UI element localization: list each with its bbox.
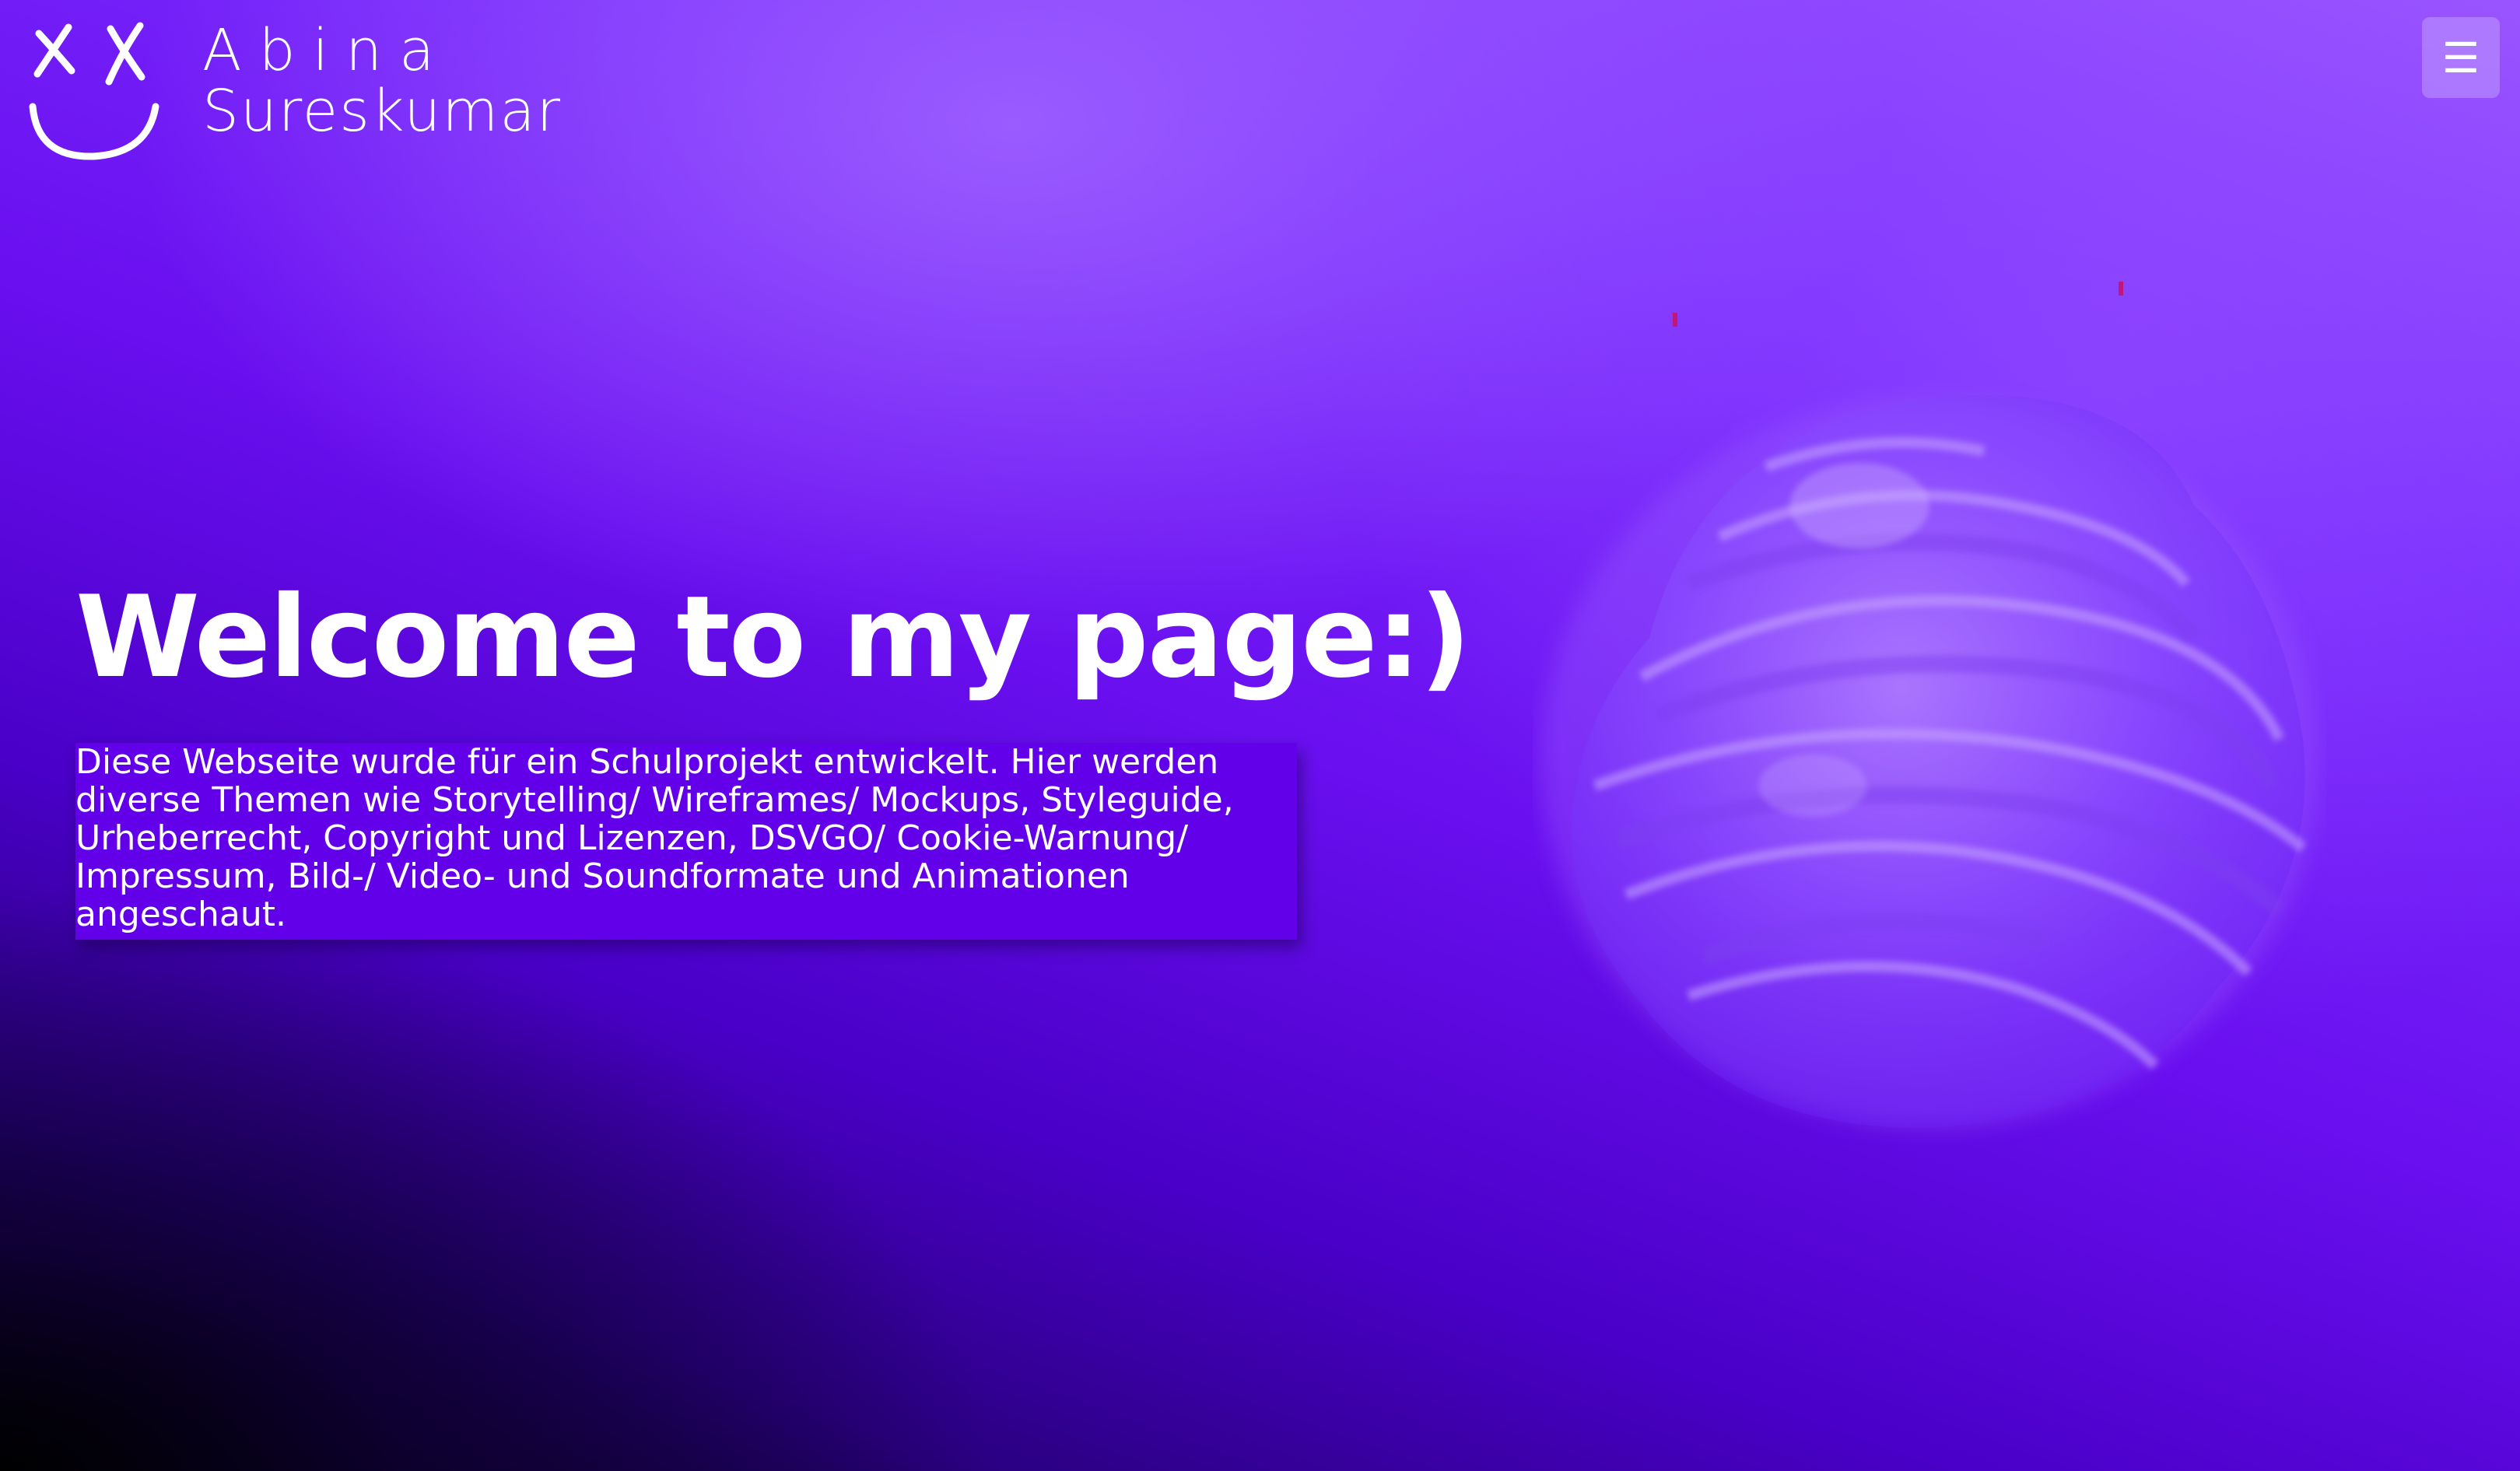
abstract-blob-illustration xyxy=(1540,394,2318,1128)
intro-description: Diese Webseite wurde für ein Schulprojek… xyxy=(75,743,1297,940)
sparkle-mark xyxy=(2119,282,2123,296)
hamburger-menu-icon: ☰ xyxy=(2441,33,2480,82)
logo-name: Abina Sureskumar xyxy=(202,17,563,145)
site-logo[interactable]: Abina Sureskumar xyxy=(23,19,562,167)
logo-first-name: Abina xyxy=(202,17,452,84)
logo-last-name: Sureskumar xyxy=(202,77,563,145)
page-title: Welcome to my page:) xyxy=(75,572,1471,703)
smiley-face-icon xyxy=(29,22,159,160)
sparkle-mark xyxy=(1673,313,1677,327)
menu-button[interactable]: ☰ xyxy=(2422,17,2500,98)
